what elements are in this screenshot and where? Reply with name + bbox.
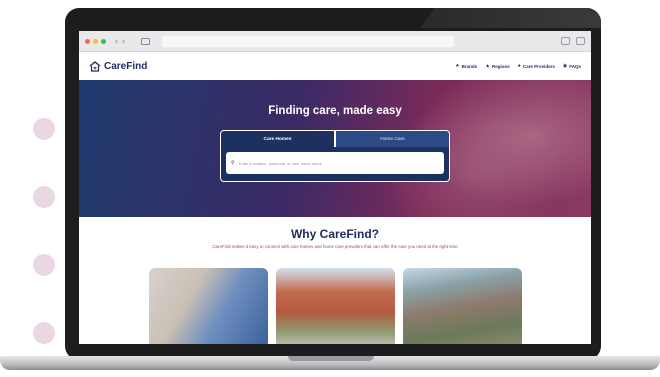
town-aerial-photo[interactable] [403, 268, 522, 344]
house-heart-icon [89, 60, 101, 72]
search-card: Care Homes Home Care ⚲ [220, 130, 450, 182]
browser-toolbar: ‹ › [79, 31, 591, 52]
why-section: Why CareFind? CareFind makes it easy to … [79, 217, 591, 249]
care-home-garden-photo[interactable] [276, 268, 395, 344]
tabs-overview-icon[interactable] [576, 37, 585, 45]
search-input[interactable] [238, 160, 439, 166]
nav-label: FAQs [569, 63, 581, 69]
nav-label: Care Providers [522, 63, 555, 69]
map-icon: ▲ [485, 62, 491, 69]
search-field[interactable]: ⚲ [226, 152, 444, 174]
maximize-window-button[interactable] [101, 38, 106, 44]
nav-brands[interactable]: ★ Brands [455, 62, 478, 69]
minimize-window-button[interactable] [93, 38, 98, 44]
tab-care-homes[interactable]: Care Homes [220, 130, 335, 147]
search-panel: ⚲ [220, 147, 450, 182]
feature-cards [149, 268, 530, 344]
people-icon: ● [517, 62, 521, 69]
star-icon: ★ [455, 62, 460, 69]
main-nav: ★ Brands ▲ Regions ● Care Providers ◉ FA… [447, 62, 581, 69]
address-bar[interactable] [162, 35, 454, 47]
why-title: Why CareFind? [290, 227, 379, 241]
nav-label: Brands [461, 63, 478, 69]
site-header: CareFind ★ Brands ▲ Regions ● Care Provi… [79, 52, 591, 80]
why-subtitle: CareFind makes it easy to connect with c… [212, 244, 458, 249]
search-icon: ⚲ [231, 160, 235, 166]
decorative-dot [33, 118, 55, 140]
laptop-notch [288, 356, 374, 361]
share-icon[interactable] [561, 37, 570, 45]
carefind-logo[interactable]: CareFind [89, 61, 147, 72]
hero-banner: Finding care, made easy Care Homes Home … [79, 80, 591, 217]
decorative-dot [33, 254, 55, 276]
nav-regions[interactable]: ▲ Regions [485, 62, 510, 69]
decorative-dot [33, 322, 55, 344]
hero-title: Finding care, made easy [268, 105, 402, 117]
tab-home-care[interactable]: Home Care [335, 130, 450, 147]
nav-label: Regions [492, 63, 510, 69]
laptop-glare [420, 8, 601, 28]
laptop-screen: ‹ › CareFind ★ Brands ▲ Regions ● Care P… [79, 31, 591, 344]
back-arrow-icon[interactable]: ‹ [115, 36, 118, 46]
nav-faqs[interactable]: ◉ FAQs [562, 62, 581, 69]
close-window-button[interactable] [85, 38, 90, 44]
sidebar-toggle-icon[interactable] [141, 37, 150, 45]
forward-arrow-icon[interactable]: › [122, 36, 125, 46]
search-tabs: Care Homes Home Care [220, 130, 450, 147]
logo-text: CareFind [104, 60, 148, 72]
decorative-dot [33, 186, 55, 208]
carer-with-resident-photo[interactable] [149, 268, 268, 344]
nav-care-providers[interactable]: ● Care Providers [517, 62, 555, 69]
info-icon: ◉ [562, 62, 568, 69]
